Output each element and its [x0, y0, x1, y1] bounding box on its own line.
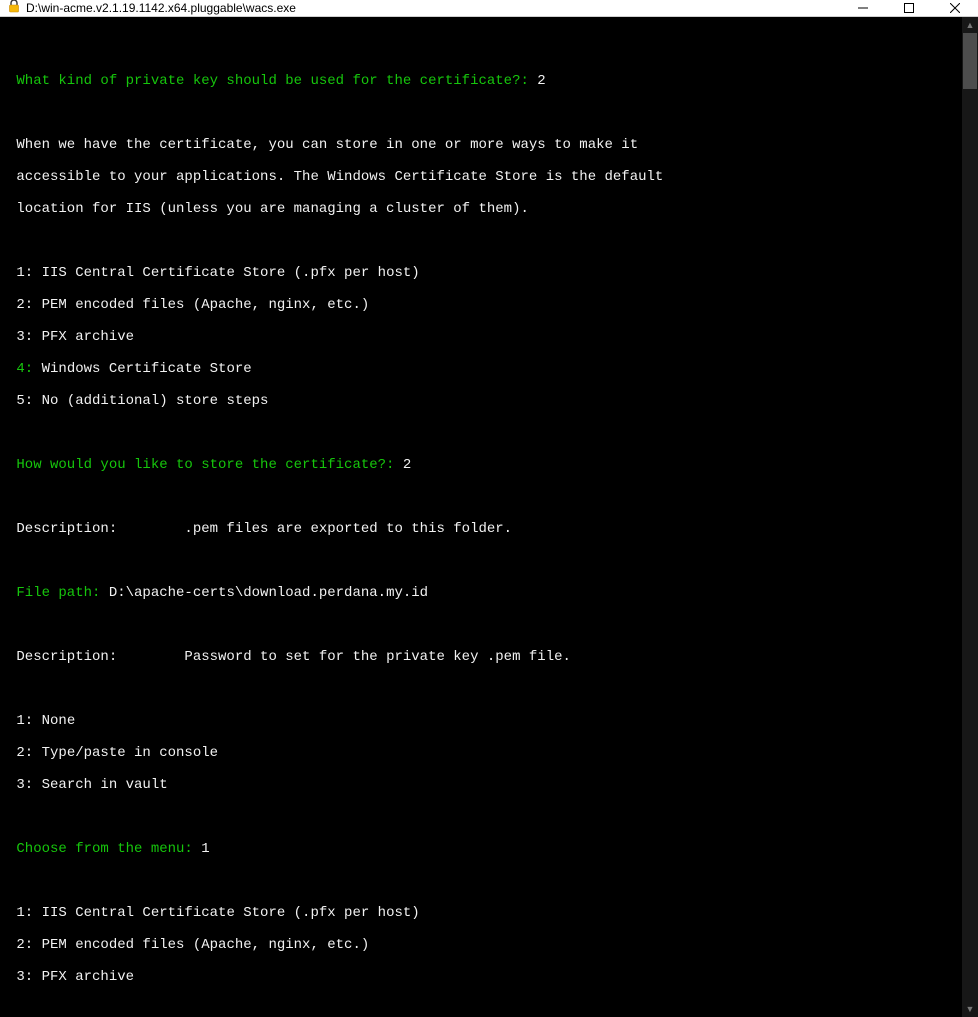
scroll-up-icon[interactable]: ▲: [962, 17, 978, 33]
console-line: [8, 489, 954, 505]
window-title: D:\win-acme.v2.1.19.1142.x64.pluggable\w…: [26, 1, 840, 15]
scroll-thumb[interactable]: [963, 33, 977, 89]
menu-option: 1: None: [8, 713, 954, 729]
console-line: When we have the certificate, you can st…: [8, 137, 954, 153]
menu-option: 2: Type/paste in console: [8, 745, 954, 761]
console-line: [8, 425, 954, 441]
maximize-button[interactable]: [886, 0, 932, 16]
titlebar: D:\win-acme.v2.1.19.1142.x64.pluggable\w…: [0, 0, 978, 17]
console-line: [8, 617, 954, 633]
menu-option: 3: Search in vault: [8, 777, 954, 793]
console-line: [8, 873, 954, 889]
prompt-line: What kind of private key should be used …: [8, 73, 954, 89]
description-line: Description: Password to set for the pri…: [8, 649, 954, 665]
menu-option: 3: PFX archive: [8, 329, 954, 345]
filepath-line: File path: D:\apache-certs\download.perd…: [8, 585, 954, 601]
menu-option: 1: IIS Central Certificate Store (.pfx p…: [8, 905, 954, 921]
console-line: [8, 809, 954, 825]
menu-option: 2: PEM encoded files (Apache, nginx, etc…: [8, 297, 954, 313]
menu-option: 2: PEM encoded files (Apache, nginx, etc…: [8, 937, 954, 953]
console-line: accessible to your applications. The Win…: [8, 169, 954, 185]
console-line: [8, 41, 954, 57]
scroll-down-icon[interactable]: ▼: [962, 1001, 978, 1017]
console-line: [8, 105, 954, 121]
minimize-button[interactable]: [840, 0, 886, 16]
description-line: Description: .pem files are exported to …: [8, 521, 954, 537]
menu-option: 4: Windows Certificate Store: [8, 361, 954, 377]
console-line: location for IIS (unless you are managin…: [8, 201, 954, 217]
prompt-line: How would you like to store the certific…: [8, 457, 954, 473]
lock-icon: [8, 0, 20, 16]
scrollbar[interactable]: ▲ ▼: [962, 17, 978, 1017]
console-line: [8, 681, 954, 697]
menu-option: 5: No (additional) store steps: [8, 393, 954, 409]
prompt-line: Choose from the menu: 1: [8, 841, 954, 857]
close-button[interactable]: [932, 0, 978, 16]
console-output[interactable]: What kind of private key should be used …: [0, 17, 962, 1017]
console-line: [8, 553, 954, 569]
menu-option: 1: IIS Central Certificate Store (.pfx p…: [8, 265, 954, 281]
menu-option: 3: PFX archive: [8, 969, 954, 985]
client-area: What kind of private key should be used …: [0, 17, 978, 1017]
window-controls: [840, 0, 978, 16]
console-line: [8, 233, 954, 249]
